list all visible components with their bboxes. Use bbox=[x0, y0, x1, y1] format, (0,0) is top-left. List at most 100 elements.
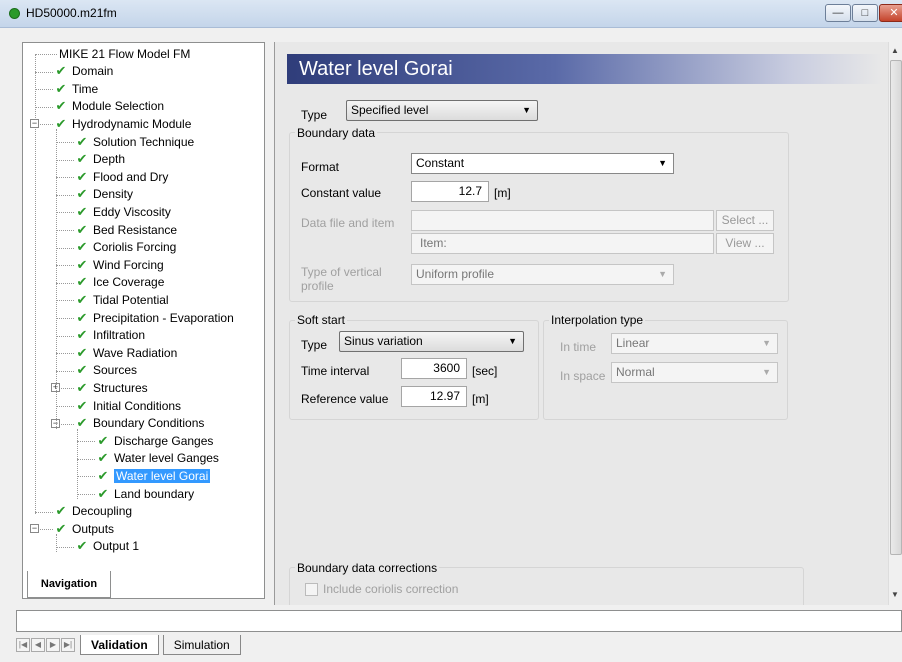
tree-item[interactable]: ✔ Water level Ganges bbox=[96, 450, 219, 467]
tree-item-label: Flood and Dry bbox=[93, 169, 169, 184]
checkmark-icon: ✔ bbox=[76, 344, 88, 360]
checkmark-icon: ✔ bbox=[76, 203, 88, 219]
validation-output bbox=[16, 610, 902, 632]
tree-item[interactable]: ✔ Initial Conditions bbox=[75, 397, 182, 414]
chevron-down-icon: ▼ bbox=[508, 336, 517, 346]
in-space-label: In space bbox=[560, 369, 606, 383]
collapse-icon[interactable]: − bbox=[30, 119, 39, 129]
tree-item-label: Sources bbox=[93, 363, 138, 378]
tree-item[interactable]: ✔ Land boundary bbox=[96, 485, 195, 502]
maximize-button[interactable]: □ bbox=[852, 4, 878, 22]
tree-item[interactable]: ✔ Bed Resistance bbox=[75, 221, 178, 238]
scroll-up-icon[interactable]: ▲ bbox=[891, 46, 899, 55]
checkmark-icon: ✔ bbox=[97, 467, 109, 483]
tree-item[interactable]: ✔ Hydrodynamic Module bbox=[54, 115, 192, 132]
tree-item[interactable]: ✔ Tidal Potential bbox=[75, 291, 169, 308]
constant-value-input[interactable]: 12.7 bbox=[411, 181, 489, 202]
scrollbar-thumb[interactable] bbox=[890, 60, 902, 555]
tree-item[interactable]: ✔ Output 1 bbox=[75, 538, 139, 555]
reference-value-input[interactable]: 12.97 bbox=[401, 386, 467, 407]
tree-item[interactable]: ✔ Wave Radiation bbox=[75, 344, 178, 361]
tree-item[interactable]: ✔ Decoupling bbox=[54, 503, 133, 520]
tree-item[interactable]: ✔ Discharge Ganges bbox=[96, 432, 214, 449]
app-icon bbox=[9, 8, 20, 19]
soft-start-title: Soft start bbox=[295, 313, 348, 327]
in-time-select[interactable]: Linear ▼ bbox=[611, 333, 778, 354]
close-button[interactable]: ✕ bbox=[879, 4, 902, 22]
tree-item[interactable]: ✔ Solution Technique bbox=[75, 133, 195, 150]
in-space-select[interactable]: Normal ▼ bbox=[611, 362, 778, 383]
content-scrollbar[interactable]: ▲ ▼ bbox=[888, 42, 902, 605]
tree-item-label: Solution Technique bbox=[93, 134, 195, 149]
checkmark-icon: ✔ bbox=[55, 80, 67, 96]
item-input[interactable]: Item: bbox=[411, 233, 714, 254]
tree-item-label: Wave Radiation bbox=[93, 345, 178, 360]
checkmark-icon: ✔ bbox=[76, 274, 88, 290]
tree-item[interactable]: ✔ Infiltration bbox=[75, 327, 145, 344]
tree-item-label: Bed Resistance bbox=[93, 222, 178, 237]
tree-item[interactable]: ✔ Eddy Viscosity bbox=[75, 203, 171, 220]
prev-tab-icon[interactable]: ◀ bbox=[31, 638, 45, 652]
tree-item-root[interactable]: MIKE 21 Flow Model FM bbox=[59, 45, 190, 62]
tree-item-label: Wind Forcing bbox=[93, 257, 164, 272]
checkmark-icon: ✔ bbox=[97, 432, 109, 448]
collapse-icon[interactable]: − bbox=[30, 524, 39, 534]
boundary-data-title: Boundary data bbox=[295, 126, 378, 140]
vertical-profile-label-2: profile bbox=[301, 279, 334, 293]
constant-value-unit: [m] bbox=[494, 186, 511, 200]
time-interval-input[interactable]: 3600 bbox=[401, 358, 467, 379]
scroll-down-icon[interactable]: ▼ bbox=[891, 590, 899, 599]
checkmark-icon: ✔ bbox=[55, 63, 67, 79]
tree-item[interactable]: ✔ Time bbox=[54, 80, 99, 97]
coriolis-checkbox-label: Include coriolis correction bbox=[323, 582, 459, 596]
data-file-label: Data file and item bbox=[301, 216, 395, 230]
type-select[interactable]: Specified level ▼ bbox=[346, 100, 538, 121]
tree-item[interactable]: ✔ Domain bbox=[54, 63, 114, 80]
reference-value-label: Reference value bbox=[301, 392, 389, 406]
tree-item-label: Decoupling bbox=[72, 504, 133, 519]
tree-item-label: Ice Coverage bbox=[93, 275, 165, 290]
next-tab-icon[interactable]: ▶ bbox=[46, 638, 60, 652]
select-file-button[interactable]: Select ... bbox=[716, 210, 774, 231]
tree-item[interactable]: ✔ Outputs bbox=[54, 520, 114, 537]
first-tab-icon[interactable]: |◀ bbox=[16, 638, 30, 652]
tree-item[interactable]: ✔ Wind Forcing bbox=[75, 256, 164, 273]
minimize-button[interactable]: — bbox=[825, 4, 851, 22]
tree-item[interactable]: ✔ Flood and Dry bbox=[75, 168, 169, 185]
view-item-button[interactable]: View ... bbox=[716, 233, 774, 254]
chevron-down-icon: ▼ bbox=[658, 269, 667, 279]
tree-item-label: Hydrodynamic Module bbox=[72, 116, 192, 131]
tree-item[interactable]: ✔ Sources bbox=[75, 362, 137, 379]
tree-item[interactable]: ✔ Precipitation - Evaporation bbox=[75, 309, 234, 326]
tree-item-label: Water level Gorai bbox=[114, 468, 211, 483]
constant-value-label: Constant value bbox=[301, 186, 382, 200]
vertical-profile-select[interactable]: Uniform profile ▼ bbox=[411, 264, 674, 285]
tree-item[interactable]: ✔ Module Selection bbox=[54, 98, 165, 115]
tree-item[interactable]: ✔ Water level Gorai bbox=[96, 467, 211, 484]
data-file-input[interactable] bbox=[411, 210, 714, 231]
coriolis-checkbox-row[interactable]: Include coriolis correction bbox=[305, 582, 458, 596]
navigation-panel: MIKE 21 Flow Model FM ✔ Domain ✔ Time ✔ Module… bbox=[22, 42, 265, 599]
tree-item-label: Eddy Viscosity bbox=[93, 204, 171, 219]
coriolis-checkbox[interactable] bbox=[305, 582, 318, 596]
soft-start-type-select[interactable]: Sinus variation ▼ bbox=[339, 331, 524, 352]
tree-item-label: Output 1 bbox=[93, 539, 140, 554]
tree-item[interactable]: ✔ Ice Coverage bbox=[75, 274, 165, 291]
tree-item[interactable]: ✔ Coriolis Forcing bbox=[75, 239, 177, 256]
tree-item[interactable]: ✔ Density bbox=[75, 186, 133, 203]
tree-item-label: Tidal Potential bbox=[93, 292, 169, 307]
format-select[interactable]: Constant ▼ bbox=[411, 153, 674, 174]
tree-item[interactable]: ✔ Structures bbox=[75, 379, 148, 396]
format-label: Format bbox=[301, 160, 340, 174]
tree-item[interactable]: ✔ Depth bbox=[75, 151, 125, 168]
checkmark-icon: ✔ bbox=[76, 186, 88, 202]
checkmark-icon: ✔ bbox=[76, 239, 88, 255]
last-tab-icon[interactable]: ▶| bbox=[61, 638, 75, 652]
tab-simulation[interactable]: Simulation bbox=[162, 635, 241, 655]
bottom-tabs-bar: |◀ ◀ ▶ ▶| Validation Simulation bbox=[16, 634, 902, 656]
tab-navigation[interactable]: Navigation bbox=[27, 571, 111, 598]
tree-item[interactable]: ✔ Boundary Conditions bbox=[75, 415, 205, 432]
tree-item-label: MIKE 21 Flow Model FM bbox=[59, 46, 191, 61]
tab-validation[interactable]: Validation bbox=[80, 635, 159, 655]
tree-item-label: Water level Ganges bbox=[114, 451, 219, 466]
